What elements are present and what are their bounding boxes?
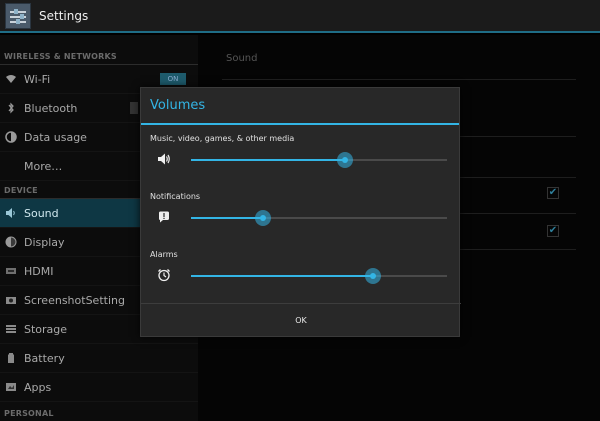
sidebar-item-label: Apps <box>24 380 52 394</box>
camera-icon <box>5 294 17 306</box>
slider-fill <box>191 275 373 277</box>
volume-label: Notifications <box>150 192 201 201</box>
sidebar-item-label: Sound <box>24 206 59 220</box>
volume-label: Music, video, games, & other media <box>150 134 295 143</box>
bluetooth-toggle[interactable] <box>130 102 138 114</box>
sidebar-item-label: Data usage <box>24 130 87 144</box>
battery-icon <box>5 352 17 364</box>
volumes-dialog: Volumes Music, video, games, & other med… <box>140 87 461 337</box>
dialog-footer: OK <box>141 303 461 336</box>
section-header-wireless: WIRELESS & NETWORKS <box>0 35 198 65</box>
sidebar-item-label: Display <box>24 235 65 249</box>
section-header-personal: PERSONAL <box>0 402 198 421</box>
checkbox[interactable]: ✔ <box>547 225 559 237</box>
sidebar-item-apps[interactable]: Apps <box>0 373 198 402</box>
hdmi-icon <box>5 265 17 277</box>
slider-thumb[interactable] <box>336 152 353 168</box>
sidebar-item-label: Wi-Fi <box>24 72 51 86</box>
settings-app-icon[interactable] <box>5 2 31 29</box>
apps-icon <box>5 381 17 393</box>
volume-alarms: Alarms <box>141 250 461 306</box>
volume-notifications: Notifications <box>141 192 461 248</box>
notification-icon[interactable] <box>157 210 171 224</box>
slider-fill <box>191 217 263 219</box>
volume-label: Alarms <box>150 250 178 259</box>
app-title: Settings <box>39 8 89 23</box>
category-title: Sound <box>226 53 258 64</box>
sidebar-item-label: ScreenshotSetting <box>24 293 125 307</box>
sidebar-item-label: HDMI <box>24 264 54 278</box>
sidebar-item-label: Bluetooth <box>24 101 78 115</box>
speaker-icon <box>5 207 17 219</box>
divider <box>222 79 576 80</box>
media-volume-slider[interactable] <box>191 152 447 168</box>
sidebar-item-battery[interactable]: Battery <box>0 344 198 373</box>
sidebar-item-label: More… <box>24 159 63 173</box>
slider-fill <box>191 159 345 161</box>
notification-volume-slider[interactable] <box>191 210 447 226</box>
speaker-icon[interactable] <box>157 152 171 166</box>
display-icon <box>5 236 17 248</box>
slider-thumb[interactable] <box>254 210 271 226</box>
alarm-volume-slider[interactable] <box>191 268 447 284</box>
sidebar-item-label: Storage <box>24 322 68 336</box>
wifi-toggle[interactable]: ON <box>160 73 186 85</box>
data-usage-icon <box>5 131 17 143</box>
bluetooth-icon <box>5 102 17 114</box>
slider-thumb[interactable] <box>364 268 381 284</box>
checkbox[interactable]: ✔ <box>547 187 559 199</box>
volume-media: Music, video, games, & other media <box>141 134 461 190</box>
wifi-icon <box>5 73 17 85</box>
dialog-title: Volumes <box>141 88 459 125</box>
sidebar-item-label: Battery <box>24 351 65 365</box>
alarm-clock-icon[interactable] <box>157 268 171 282</box>
ok-button[interactable]: OK <box>141 304 461 336</box>
storage-icon <box>5 323 17 335</box>
action-bar: Settings <box>0 0 600 33</box>
